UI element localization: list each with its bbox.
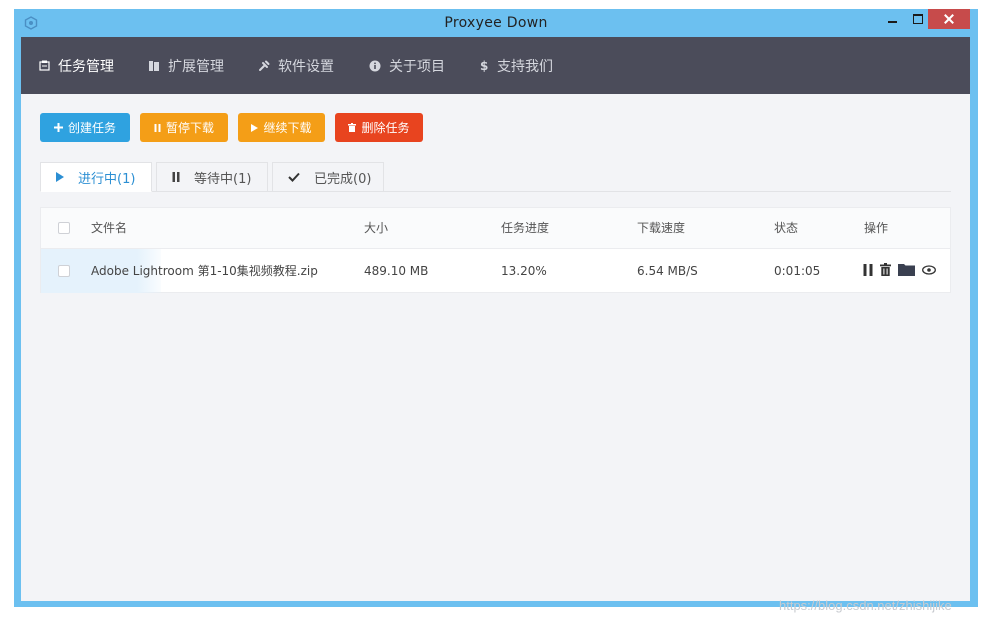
column-header-size: 大小	[364, 221, 389, 235]
nav-item-task-management[interactable]: 任务管理	[39, 37, 114, 94]
tab-completed[interactable]: 已完成(0)	[272, 162, 384, 192]
main-content: 创建任务 暂停下载 继续下载 删除任务 进行中(1) 等待中(1) 已完成(0)…	[21, 94, 970, 601]
column-header-speed: 下载速度	[637, 221, 686, 235]
nav-item-about-project[interactable]: 关于项目	[369, 37, 445, 94]
tab-running[interactable]: 进行中(1)	[40, 162, 152, 192]
pause-icon	[154, 123, 161, 132]
pause-icon	[172, 172, 180, 182]
table-row[interactable]: Adobe Lightroom 第1-10集视频教程.zip 489.10 MB…	[41, 249, 950, 293]
resume-download-label: 继续下载	[263, 121, 312, 135]
create-task-button[interactable]: 创建任务	[40, 113, 130, 142]
nav-label: 支持我们	[497, 58, 553, 75]
column-header-filename: 文件名	[91, 221, 128, 235]
nav-item-support-us[interactable]: $ 支持我们	[479, 37, 553, 94]
select-all-checkbox[interactable]	[58, 222, 70, 234]
play-icon	[56, 172, 64, 182]
nav-label: 关于项目	[389, 58, 445, 75]
title-bar[interactable]: Proxyee Down	[14, 9, 978, 37]
file-name: Adobe Lightroom 第1-10集视频教程.zip	[91, 264, 318, 278]
task-status: 0:01:05	[774, 264, 821, 278]
trash-icon[interactable]	[880, 263, 891, 276]
settings-icon	[259, 60, 270, 71]
play-icon	[251, 123, 259, 132]
app-window: Proxyee Down 任务管理 扩展管理 软件设置 关于项目 $ 支持我们 …	[14, 9, 978, 607]
trash-icon	[348, 123, 357, 132]
minimize-button[interactable]	[879, 9, 905, 29]
pause-icon[interactable]	[863, 263, 873, 276]
file-size: 489.10 MB	[364, 264, 429, 278]
column-header-status: 状态	[774, 221, 799, 235]
nav-item-software-settings[interactable]: 软件设置	[258, 37, 334, 94]
tab-label: 进行中(1)	[78, 171, 136, 187]
nav-label: 任务管理	[58, 58, 114, 75]
window-title: Proxyee Down	[444, 15, 548, 31]
column-header-actions: 操作	[864, 221, 889, 235]
nav-item-extension-management[interactable]: 扩展管理	[148, 37, 224, 94]
dollar-icon: $	[480, 59, 488, 72]
svg-text:$: $	[480, 59, 488, 72]
top-navbar: 任务管理 扩展管理 软件设置 关于项目 $ 支持我们	[21, 37, 970, 94]
task-table: 文件名 大小 任务进度 下载速度 状态 操作 Adobe Lightroom 第…	[40, 207, 951, 293]
nav-label: 扩展管理	[168, 58, 224, 75]
watermark: https://blog.csdn.net/zhishijike	[779, 598, 952, 613]
info-icon	[369, 60, 381, 71]
pause-download-label: 暂停下载	[165, 121, 214, 135]
row-actions	[863, 263, 936, 276]
check-icon	[288, 172, 300, 182]
delete-task-label: 删除任务	[361, 121, 410, 135]
tab-waiting[interactable]: 等待中(1)	[156, 162, 268, 192]
row-checkbox[interactable]	[58, 265, 70, 277]
close-button[interactable]	[928, 9, 970, 29]
table-header: 文件名 大小 任务进度 下载速度 状态 操作	[41, 208, 950, 249]
column-header-progress: 任务进度	[501, 221, 550, 235]
eye-icon[interactable]	[922, 264, 936, 275]
resume-download-button[interactable]: 继续下载	[238, 113, 325, 142]
task-icon	[39, 60, 50, 71]
download-speed: 6.54 MB/S	[637, 264, 698, 278]
task-progress: 13.20%	[501, 264, 547, 278]
extension-icon	[149, 60, 159, 71]
create-task-label: 创建任务	[67, 121, 116, 135]
delete-task-button[interactable]: 删除任务	[335, 113, 423, 142]
tab-label: 等待中(1)	[194, 171, 252, 187]
plus-icon	[53, 123, 63, 132]
nav-label: 软件设置	[278, 58, 334, 75]
pause-download-button[interactable]: 暂停下载	[140, 113, 228, 142]
tab-label: 已完成(0)	[314, 171, 372, 187]
folder-icon[interactable]	[898, 263, 915, 276]
